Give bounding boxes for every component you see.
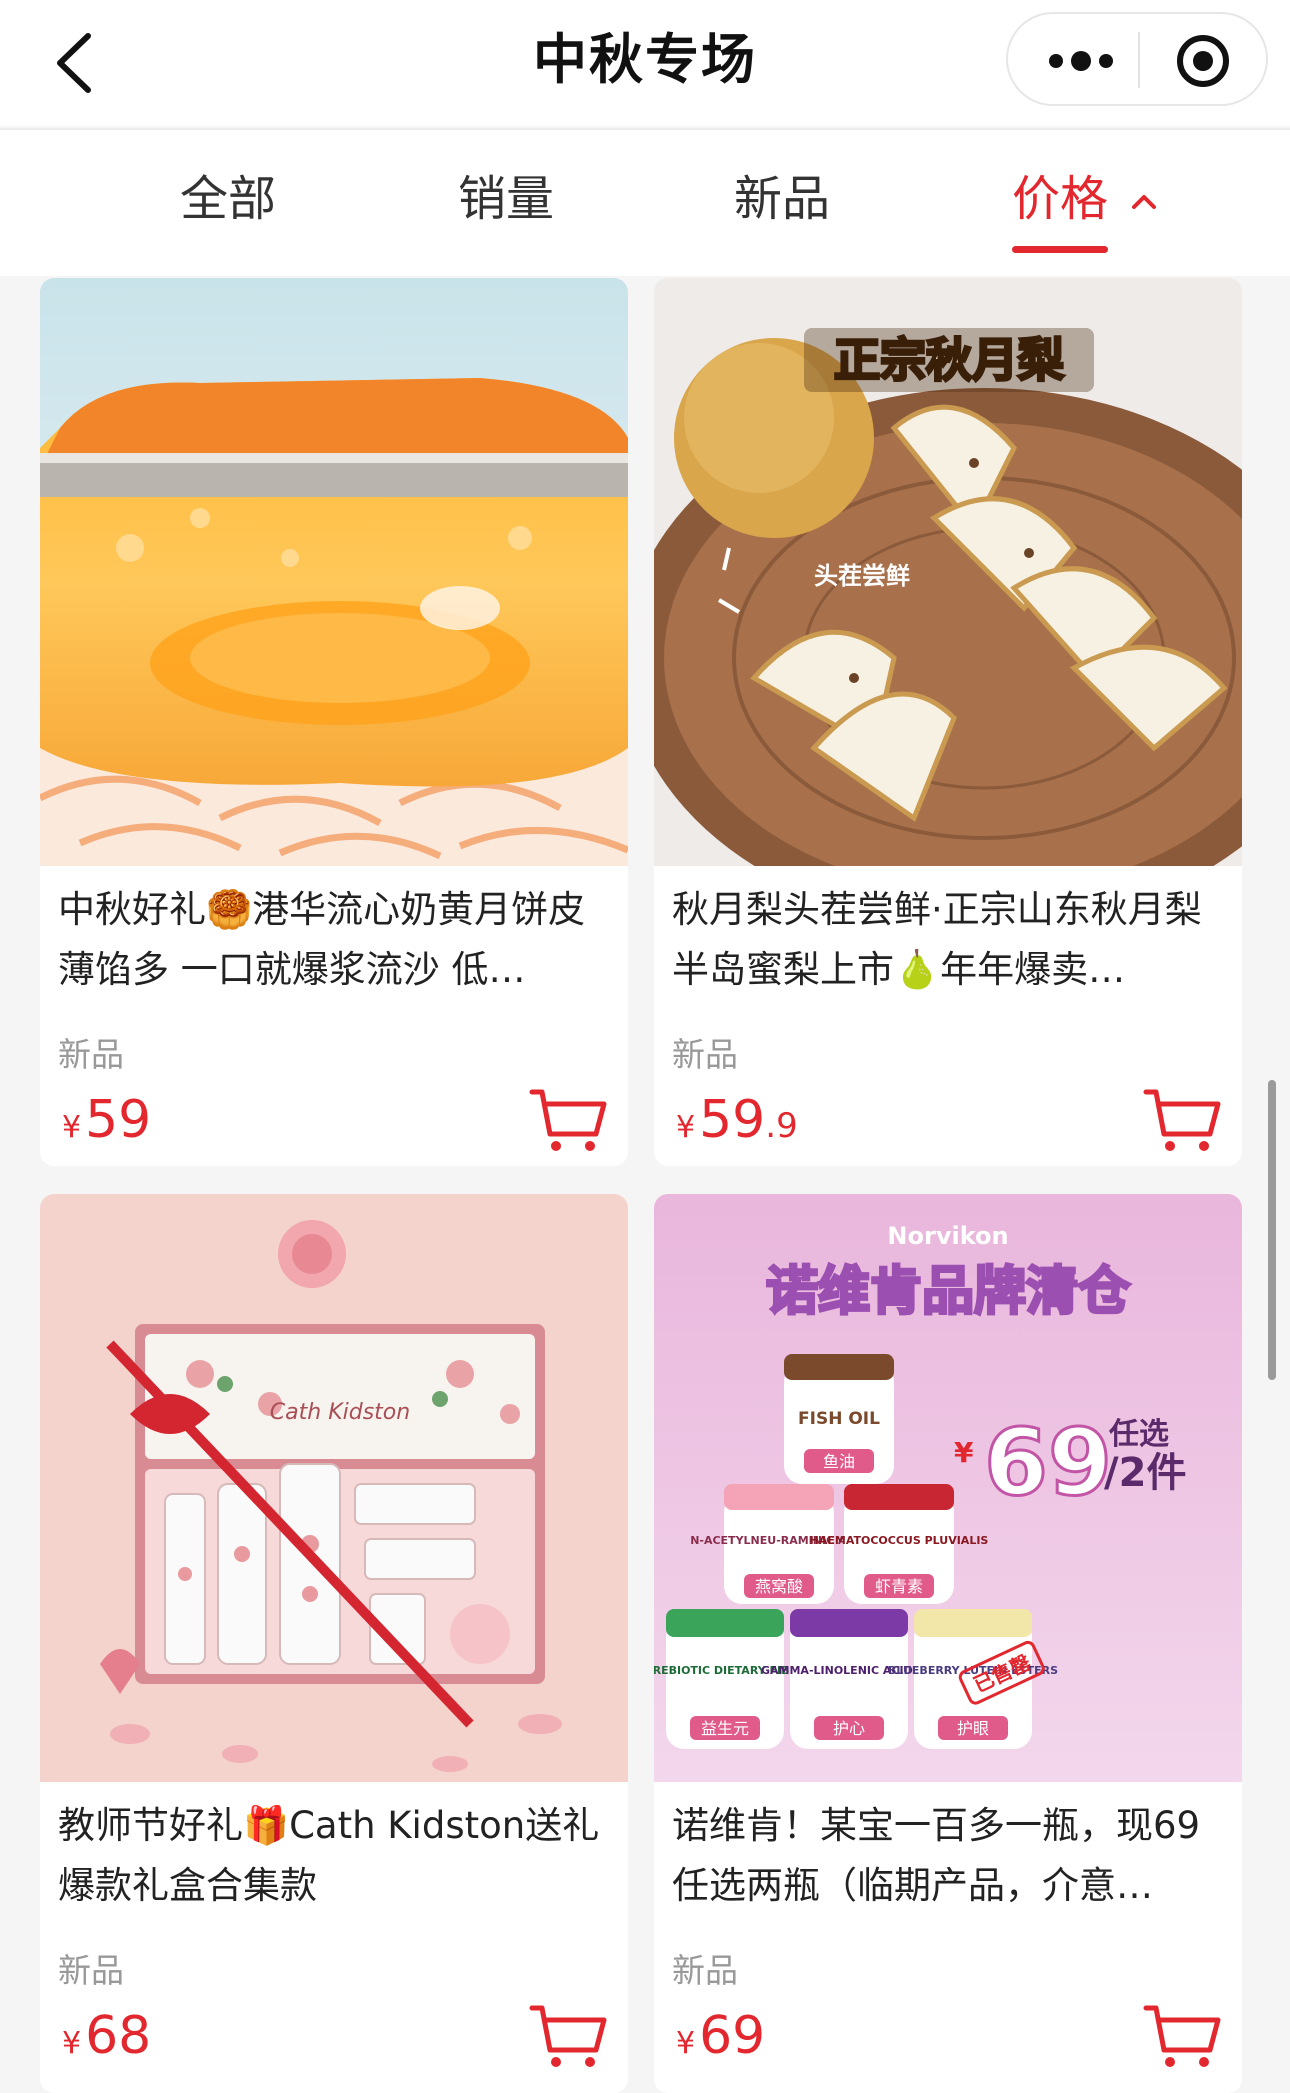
new-tag: 新品 <box>58 1035 124 1074</box>
product-image-pear: 正宗秋月梨 头茬尝鲜 <box>654 278 1242 866</box>
svg-text:¥: ¥ <box>954 1436 974 1469</box>
sort-tabs: 全部 销量 新品 价格 <box>0 128 1290 276</box>
new-tag: 新品 <box>672 1035 738 1074</box>
tab-price[interactable]: 价格 <box>1012 166 1159 232</box>
svg-text:护心: 护心 <box>833 1719 865 1738</box>
cart-icon[interactable] <box>528 2000 608 2070</box>
svg-text:HAEMATOCOCCUS PLUVIALIS: HAEMATOCOCCUS PLUVIALIS <box>810 1534 989 1547</box>
clearance-headline: 诺维肯品牌清仓 <box>766 1262 1131 1322</box>
chevron-up-icon <box>1132 195 1157 209</box>
svg-text:护眼: 护眼 <box>957 1719 989 1738</box>
product-card[interactable]: Cath Kidston 教师节好礼🎁Cath Kidston送礼爆款礼盒合集款… <box>40 1194 628 2093</box>
product-card[interactable]: 正宗秋月梨 头茬尝鲜 秋月梨头茬尝鲜·正宗山东秋月梨半岛蜜梨上市🍐年年爆卖… 新… <box>654 278 1242 1166</box>
product-title[interactable]: 中秋好礼🥮港华流心奶黄月饼皮薄馅多 一口就爆浆流沙 低… <box>58 880 608 1000</box>
tab-sales[interactable]: 销量 <box>458 166 554 232</box>
capsule-divider <box>1138 32 1140 88</box>
more-dots-icon[interactable] <box>1036 32 1126 90</box>
product-price: ¥69 <box>676 2006 766 2066</box>
active-tab-indicator <box>1012 246 1108 253</box>
product-title[interactable]: 教师节好礼🎁Cath Kidston送礼爆款礼盒合集款 <box>58 1796 608 1916</box>
svg-text:/2件: /2件 <box>1104 1450 1186 1496</box>
cart-icon[interactable] <box>528 1084 608 1154</box>
product-card[interactable]: 中秋好礼🥮港华流心奶黄月饼皮薄馅多 一口就爆浆流沙 低… 新品 ¥59 <box>40 278 628 1166</box>
tab-price-label: 价格 <box>1012 171 1109 227</box>
new-tag: 新品 <box>58 1951 124 1990</box>
svg-text:虾青素: 虾青素 <box>875 1577 923 1596</box>
product-price: ¥59 <box>62 1090 152 1150</box>
svg-text:燕窝酸: 燕窝酸 <box>755 1577 803 1596</box>
cart-icon[interactable] <box>1142 1084 1222 1154</box>
product-card[interactable]: Norvikon 诺维肯品牌清仓 ¥ 69 任选 /2件 FISH OIL 鱼油… <box>654 1194 1242 2093</box>
svg-text:FISH OIL: FISH OIL <box>798 1409 880 1429</box>
pear-banner-text: 正宗秋月梨 <box>834 333 1064 387</box>
mini-program-capsule <box>1006 12 1268 106</box>
pear-label-text: 头茬尝鲜 <box>814 562 910 590</box>
product-title[interactable]: 诺维肯！某宝一百多一瓶，现69任选两瓶（临期产品，介意… <box>672 1796 1222 1916</box>
cart-icon[interactable] <box>1142 2000 1222 2070</box>
promo-price: 69 <box>984 1409 1112 1516</box>
svg-text:任选: 任选 <box>1108 1417 1169 1452</box>
product-image-gift-box: Cath Kidston <box>40 1194 628 1782</box>
new-tag: 新品 <box>672 1951 738 1990</box>
product-image-mooncake <box>40 278 628 866</box>
svg-text:益生元: 益生元 <box>701 1719 749 1738</box>
product-price: ¥68 <box>62 2006 152 2066</box>
norvikon-brand: Norvikon <box>887 1222 1008 1250</box>
tab-all[interactable]: 全部 <box>180 166 276 232</box>
product-title[interactable]: 秋月梨头茬尝鲜·正宗山东秋月梨半岛蜜梨上市🍐年年爆卖… <box>672 880 1222 1000</box>
product-image-supplements: Norvikon 诺维肯品牌清仓 ¥ 69 任选 /2件 FISH OIL 鱼油… <box>654 1194 1242 1782</box>
tab-new[interactable]: 新品 <box>734 166 830 232</box>
svg-text:鱼油: 鱼油 <box>823 1452 855 1471</box>
navigation-bar: 中秋专场 <box>0 0 1290 126</box>
target-icon[interactable] <box>1168 32 1238 90</box>
gift-brand-text: Cath Kidston <box>270 1400 410 1425</box>
scrollbar[interactable] <box>1268 1080 1276 1380</box>
product-price: ¥59.9 <box>676 1090 798 1150</box>
